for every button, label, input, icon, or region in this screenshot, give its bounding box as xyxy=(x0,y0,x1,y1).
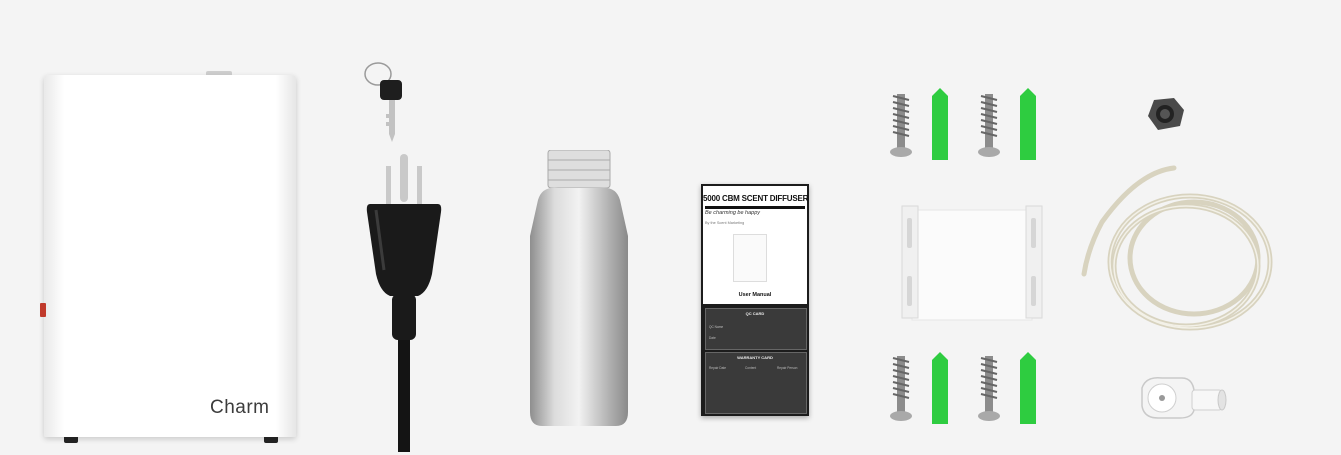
manual-title: 5000 CBM SCENT DIFFUSER xyxy=(703,194,809,203)
warranty-column: Content xyxy=(745,366,757,370)
manual-slogan: Be charming be happy xyxy=(705,210,761,216)
diffuser-nozzle-connector xyxy=(1141,376,1227,419)
key-icon xyxy=(364,62,402,142)
manual-divider xyxy=(705,206,805,209)
scent-diffuser-unit: Charm xyxy=(40,71,300,445)
qc-card-title: QC CARD xyxy=(745,311,765,316)
screws-and-anchors-top xyxy=(890,88,1036,160)
screw-icon xyxy=(890,94,912,157)
diffuser-brand-logo: Charm xyxy=(210,397,270,418)
screw-icon xyxy=(890,356,912,421)
manual-device-image xyxy=(733,234,767,282)
diffuser-foot-left xyxy=(64,437,78,443)
tube-fitting-connector xyxy=(1148,98,1184,130)
screws-and-anchors-bottom xyxy=(890,352,1036,424)
warranty-column: Repair Date xyxy=(709,366,727,370)
diffuser-body xyxy=(44,75,296,437)
manual-cover-label: User Manual xyxy=(738,292,772,298)
manual-byline: By the Scent Marketing xyxy=(705,221,745,225)
clear-tubing-coil xyxy=(1081,165,1273,331)
power-plug xyxy=(366,154,442,452)
qc-field: QC Name xyxy=(709,325,724,329)
user-manual-booklet: 5000 CBM SCENT DIFFUSER Be charming be h… xyxy=(701,184,809,416)
diffuser-foot-right xyxy=(264,437,278,443)
qc-field: Date xyxy=(709,336,716,340)
warranty-card xyxy=(705,352,807,414)
wall-mounting-bracket xyxy=(901,205,1043,321)
power-switch xyxy=(40,303,46,317)
warranty-card-title: WARRANTY CARD xyxy=(737,355,773,360)
aluminum-scent-bottle xyxy=(530,150,628,426)
screw-icon xyxy=(978,356,1000,421)
warranty-column: Repair Person xyxy=(777,366,798,370)
screw-icon xyxy=(978,94,1000,157)
